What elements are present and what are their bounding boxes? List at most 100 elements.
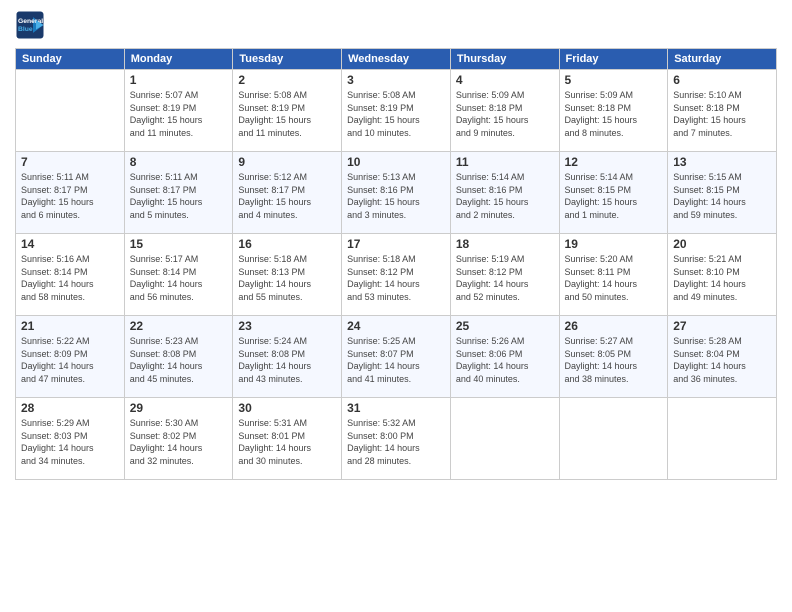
calendar-cell: 4 Sunrise: 5:09 AM Sunset: 8:18 PM Daylig… [450, 70, 559, 152]
calendar-cell: 28 Sunrise: 5:29 AM Sunset: 8:03 PM Dayli… [16, 398, 125, 480]
day-number: 11 [456, 155, 554, 169]
day-number: 17 [347, 237, 445, 251]
day-info: Sunrise: 5:08 AM Sunset: 8:19 PM Dayligh… [347, 89, 445, 139]
calendar-cell [668, 398, 777, 480]
calendar-cell: 5 Sunrise: 5:09 AM Sunset: 8:18 PM Daylig… [559, 70, 668, 152]
day-info: Sunrise: 5:16 AM Sunset: 8:14 PM Dayligh… [21, 253, 119, 303]
day-number: 7 [21, 155, 119, 169]
day-number: 8 [130, 155, 228, 169]
calendar-cell: 29 Sunrise: 5:30 AM Sunset: 8:02 PM Dayli… [124, 398, 233, 480]
day-info: Sunrise: 5:30 AM Sunset: 8:02 PM Dayligh… [130, 417, 228, 467]
day-info: Sunrise: 5:08 AM Sunset: 8:19 PM Dayligh… [238, 89, 336, 139]
calendar-cell: 31Sunrise: 5:32 AM Sunset: 8:00 PM Dayli… [342, 398, 451, 480]
weekday-header-sunday: Sunday [16, 49, 125, 70]
day-info: Sunrise: 5:11 AM Sunset: 8:17 PM Dayligh… [130, 171, 228, 221]
calendar-cell: 13 Sunrise: 5:15 AM Sunset: 8:15 PM Dayli… [668, 152, 777, 234]
calendar-cell: 20Sunrise: 5:21 AM Sunset: 8:10 PM Dayli… [668, 234, 777, 316]
day-number: 13 [673, 155, 771, 169]
calendar-cell: 16 Sunrise: 5:18 AM Sunset: 8:13 PM Dayli… [233, 234, 342, 316]
calendar-week-row: 1Sunrise: 5:07 AM Sunset: 8:19 PM Daylig… [16, 70, 777, 152]
day-info: Sunrise: 5:10 AM Sunset: 8:18 PM Dayligh… [673, 89, 771, 139]
day-info: Sunrise: 5:18 AM Sunset: 8:13 PM Dayligh… [238, 253, 336, 303]
day-info: Sunrise: 5:09 AM Sunset: 8:18 PM Dayligh… [565, 89, 663, 139]
day-number: 6 [673, 73, 771, 87]
day-info: Sunrise: 5:28 AM Sunset: 8:04 PM Dayligh… [673, 335, 771, 385]
calendar-week-row: 7 Sunrise: 5:11 AM Sunset: 8:17 PM Daylig… [16, 152, 777, 234]
day-number: 21 [21, 319, 119, 333]
day-info: Sunrise: 5:21 AM Sunset: 8:10 PM Dayligh… [673, 253, 771, 303]
day-info: Sunrise: 5:11 AM Sunset: 8:17 PM Dayligh… [21, 171, 119, 221]
day-info: Sunrise: 5:17 AM Sunset: 8:14 PM Dayligh… [130, 253, 228, 303]
day-number: 30 [238, 401, 336, 415]
calendar-cell: 19 Sunrise: 5:20 AM Sunset: 8:11 PM Dayli… [559, 234, 668, 316]
day-number: 18 [456, 237, 554, 251]
day-number: 5 [565, 73, 663, 87]
calendar-cell: 27 Sunrise: 5:28 AM Sunset: 8:04 PM Dayli… [668, 316, 777, 398]
day-number: 24 [347, 319, 445, 333]
logo-icon: General Blue [15, 10, 45, 40]
day-number: 9 [238, 155, 336, 169]
calendar-cell: 3 Sunrise: 5:08 AM Sunset: 8:19 PM Daylig… [342, 70, 451, 152]
day-number: 26 [565, 319, 663, 333]
day-info: Sunrise: 5:23 AM Sunset: 8:08 PM Dayligh… [130, 335, 228, 385]
day-number: 16 [238, 237, 336, 251]
weekday-header-friday: Friday [559, 49, 668, 70]
calendar-cell: 2 Sunrise: 5:08 AM Sunset: 8:19 PM Daylig… [233, 70, 342, 152]
weekday-header-wednesday: Wednesday [342, 49, 451, 70]
day-info: Sunrise: 5:12 AM Sunset: 8:17 PM Dayligh… [238, 171, 336, 221]
calendar-cell [450, 398, 559, 480]
calendar-cell: 24 Sunrise: 5:25 AM Sunset: 8:07 PM Dayli… [342, 316, 451, 398]
calendar-week-row: 14 Sunrise: 5:16 AM Sunset: 8:14 PM Dayli… [16, 234, 777, 316]
day-info: Sunrise: 5:09 AM Sunset: 8:18 PM Dayligh… [456, 89, 554, 139]
day-number: 23 [238, 319, 336, 333]
day-number: 27 [673, 319, 771, 333]
calendar-cell [559, 398, 668, 480]
calendar-cell: 10Sunrise: 5:13 AM Sunset: 8:16 PM Dayli… [342, 152, 451, 234]
weekday-header-saturday: Saturday [668, 49, 777, 70]
day-info: Sunrise: 5:13 AM Sunset: 8:16 PM Dayligh… [347, 171, 445, 221]
calendar-week-row: 28 Sunrise: 5:29 AM Sunset: 8:03 PM Dayli… [16, 398, 777, 480]
calendar-cell: 30 Sunrise: 5:31 AM Sunset: 8:01 PM Dayli… [233, 398, 342, 480]
day-number: 4 [456, 73, 554, 87]
day-number: 15 [130, 237, 228, 251]
day-info: Sunrise: 5:20 AM Sunset: 8:11 PM Dayligh… [565, 253, 663, 303]
calendar-cell: 11Sunrise: 5:14 AM Sunset: 8:16 PM Dayli… [450, 152, 559, 234]
day-number: 14 [21, 237, 119, 251]
day-number: 3 [347, 73, 445, 87]
calendar-cell: 1Sunrise: 5:07 AM Sunset: 8:19 PM Daylig… [124, 70, 233, 152]
calendar-cell: 8 Sunrise: 5:11 AM Sunset: 8:17 PM Daylig… [124, 152, 233, 234]
day-info: Sunrise: 5:25 AM Sunset: 8:07 PM Dayligh… [347, 335, 445, 385]
day-number: 12 [565, 155, 663, 169]
calendar-cell: 7 Sunrise: 5:11 AM Sunset: 8:17 PM Daylig… [16, 152, 125, 234]
calendar-cell: 6 Sunrise: 5:10 AM Sunset: 8:18 PM Daylig… [668, 70, 777, 152]
day-info: Sunrise: 5:31 AM Sunset: 8:01 PM Dayligh… [238, 417, 336, 467]
day-info: Sunrise: 5:19 AM Sunset: 8:12 PM Dayligh… [456, 253, 554, 303]
day-number: 22 [130, 319, 228, 333]
weekday-header-row: SundayMondayTuesdayWednesdayThursdayFrid… [16, 49, 777, 70]
day-info: Sunrise: 5:07 AM Sunset: 8:19 PM Dayligh… [130, 89, 228, 139]
day-info: Sunrise: 5:29 AM Sunset: 8:03 PM Dayligh… [21, 417, 119, 467]
logo: General Blue [15, 10, 49, 40]
day-info: Sunrise: 5:18 AM Sunset: 8:12 PM Dayligh… [347, 253, 445, 303]
day-info: Sunrise: 5:26 AM Sunset: 8:06 PM Dayligh… [456, 335, 554, 385]
calendar-table: SundayMondayTuesdayWednesdayThursdayFrid… [15, 48, 777, 480]
day-info: Sunrise: 5:15 AM Sunset: 8:15 PM Dayligh… [673, 171, 771, 221]
day-number: 2 [238, 73, 336, 87]
day-info: Sunrise: 5:14 AM Sunset: 8:15 PM Dayligh… [565, 171, 663, 221]
day-number: 28 [21, 401, 119, 415]
calendar-cell: 23Sunrise: 5:24 AM Sunset: 8:08 PM Dayli… [233, 316, 342, 398]
calendar-week-row: 21Sunrise: 5:22 AM Sunset: 8:09 PM Dayli… [16, 316, 777, 398]
day-number: 19 [565, 237, 663, 251]
svg-text:Blue: Blue [18, 26, 33, 33]
calendar-cell: 26 Sunrise: 5:27 AM Sunset: 8:05 PM Dayli… [559, 316, 668, 398]
weekday-header-thursday: Thursday [450, 49, 559, 70]
day-info: Sunrise: 5:32 AM Sunset: 8:00 PM Dayligh… [347, 417, 445, 467]
calendar-cell: 12 Sunrise: 5:14 AM Sunset: 8:15 PM Dayli… [559, 152, 668, 234]
day-info: Sunrise: 5:27 AM Sunset: 8:05 PM Dayligh… [565, 335, 663, 385]
day-number: 29 [130, 401, 228, 415]
calendar-cell [16, 70, 125, 152]
calendar-cell: 18 Sunrise: 5:19 AM Sunset: 8:12 PM Dayli… [450, 234, 559, 316]
calendar-cell: 17 Sunrise: 5:18 AM Sunset: 8:12 PM Dayli… [342, 234, 451, 316]
calendar-cell: 22 Sunrise: 5:23 AM Sunset: 8:08 PM Dayli… [124, 316, 233, 398]
calendar-cell: 21Sunrise: 5:22 AM Sunset: 8:09 PM Dayli… [16, 316, 125, 398]
